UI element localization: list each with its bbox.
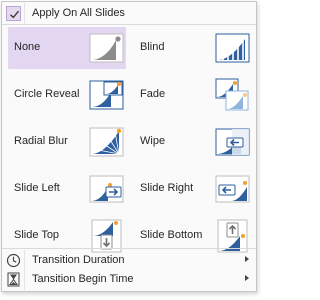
effect-label: Slide Right xyxy=(140,182,194,194)
apply-on-all-slides-label: Apply On All Slides xyxy=(32,7,125,19)
wipe-transition-icon xyxy=(215,128,250,156)
transition-begin-time-item[interactable]: Tansition Begin Time xyxy=(2,269,256,290)
clock-icon xyxy=(6,253,21,268)
effect-radial-blur[interactable]: Radial Blur xyxy=(8,121,126,163)
effect-label: Slide Bottom xyxy=(140,229,203,241)
radial-blur-transition-icon xyxy=(89,127,124,157)
effect-label: Fade xyxy=(140,88,166,100)
gutter-separator xyxy=(24,3,25,24)
effect-slide-left[interactable]: Slide Left xyxy=(8,168,126,210)
submenu-arrow-icon xyxy=(245,256,249,262)
submenu-arrow-icon xyxy=(245,275,249,281)
separator xyxy=(2,24,256,25)
hourglass-icon xyxy=(7,272,20,287)
effect-blind[interactable]: Blind xyxy=(134,27,252,69)
blind-transition-icon xyxy=(215,33,250,63)
slide-right-transition-icon xyxy=(215,175,250,203)
effect-label: Wipe xyxy=(140,135,166,147)
checkmark-icon xyxy=(6,6,21,21)
none-transition-icon xyxy=(89,33,124,63)
apply-on-all-slides-item[interactable]: Apply On All Slides xyxy=(2,3,256,24)
effect-label: Blind xyxy=(140,41,165,53)
effect-wipe[interactable]: Wipe xyxy=(134,121,252,163)
transition-duration-item[interactable]: Transition Duration xyxy=(2,250,256,271)
fade-transition-icon xyxy=(215,78,249,111)
slide-left-transition-icon xyxy=(89,175,124,203)
effect-circle-reveal[interactable]: Circle Reveal xyxy=(8,74,126,116)
effect-label: Circle Reveal xyxy=(14,88,80,100)
circle-reveal-transition-icon xyxy=(89,80,124,110)
effect-label: Slide Left xyxy=(14,182,60,194)
effect-slide-right[interactable]: Slide Right xyxy=(134,168,252,210)
transition-duration-label: Transition Duration xyxy=(32,254,125,266)
effect-label: None xyxy=(14,41,41,53)
gutter-separator xyxy=(24,250,25,271)
effect-none[interactable]: None xyxy=(8,27,126,69)
effect-label: Radial Blur xyxy=(14,135,68,147)
transition-begin-time-label: Tansition Begin Time xyxy=(32,273,134,285)
transition-menu: Apply On All Slides None Blind Circle Re… xyxy=(1,1,257,292)
effect-label: Slide Top xyxy=(14,229,60,241)
effect-fade[interactable]: Fade xyxy=(134,74,252,116)
gutter-separator xyxy=(24,269,25,290)
separator xyxy=(2,248,256,249)
